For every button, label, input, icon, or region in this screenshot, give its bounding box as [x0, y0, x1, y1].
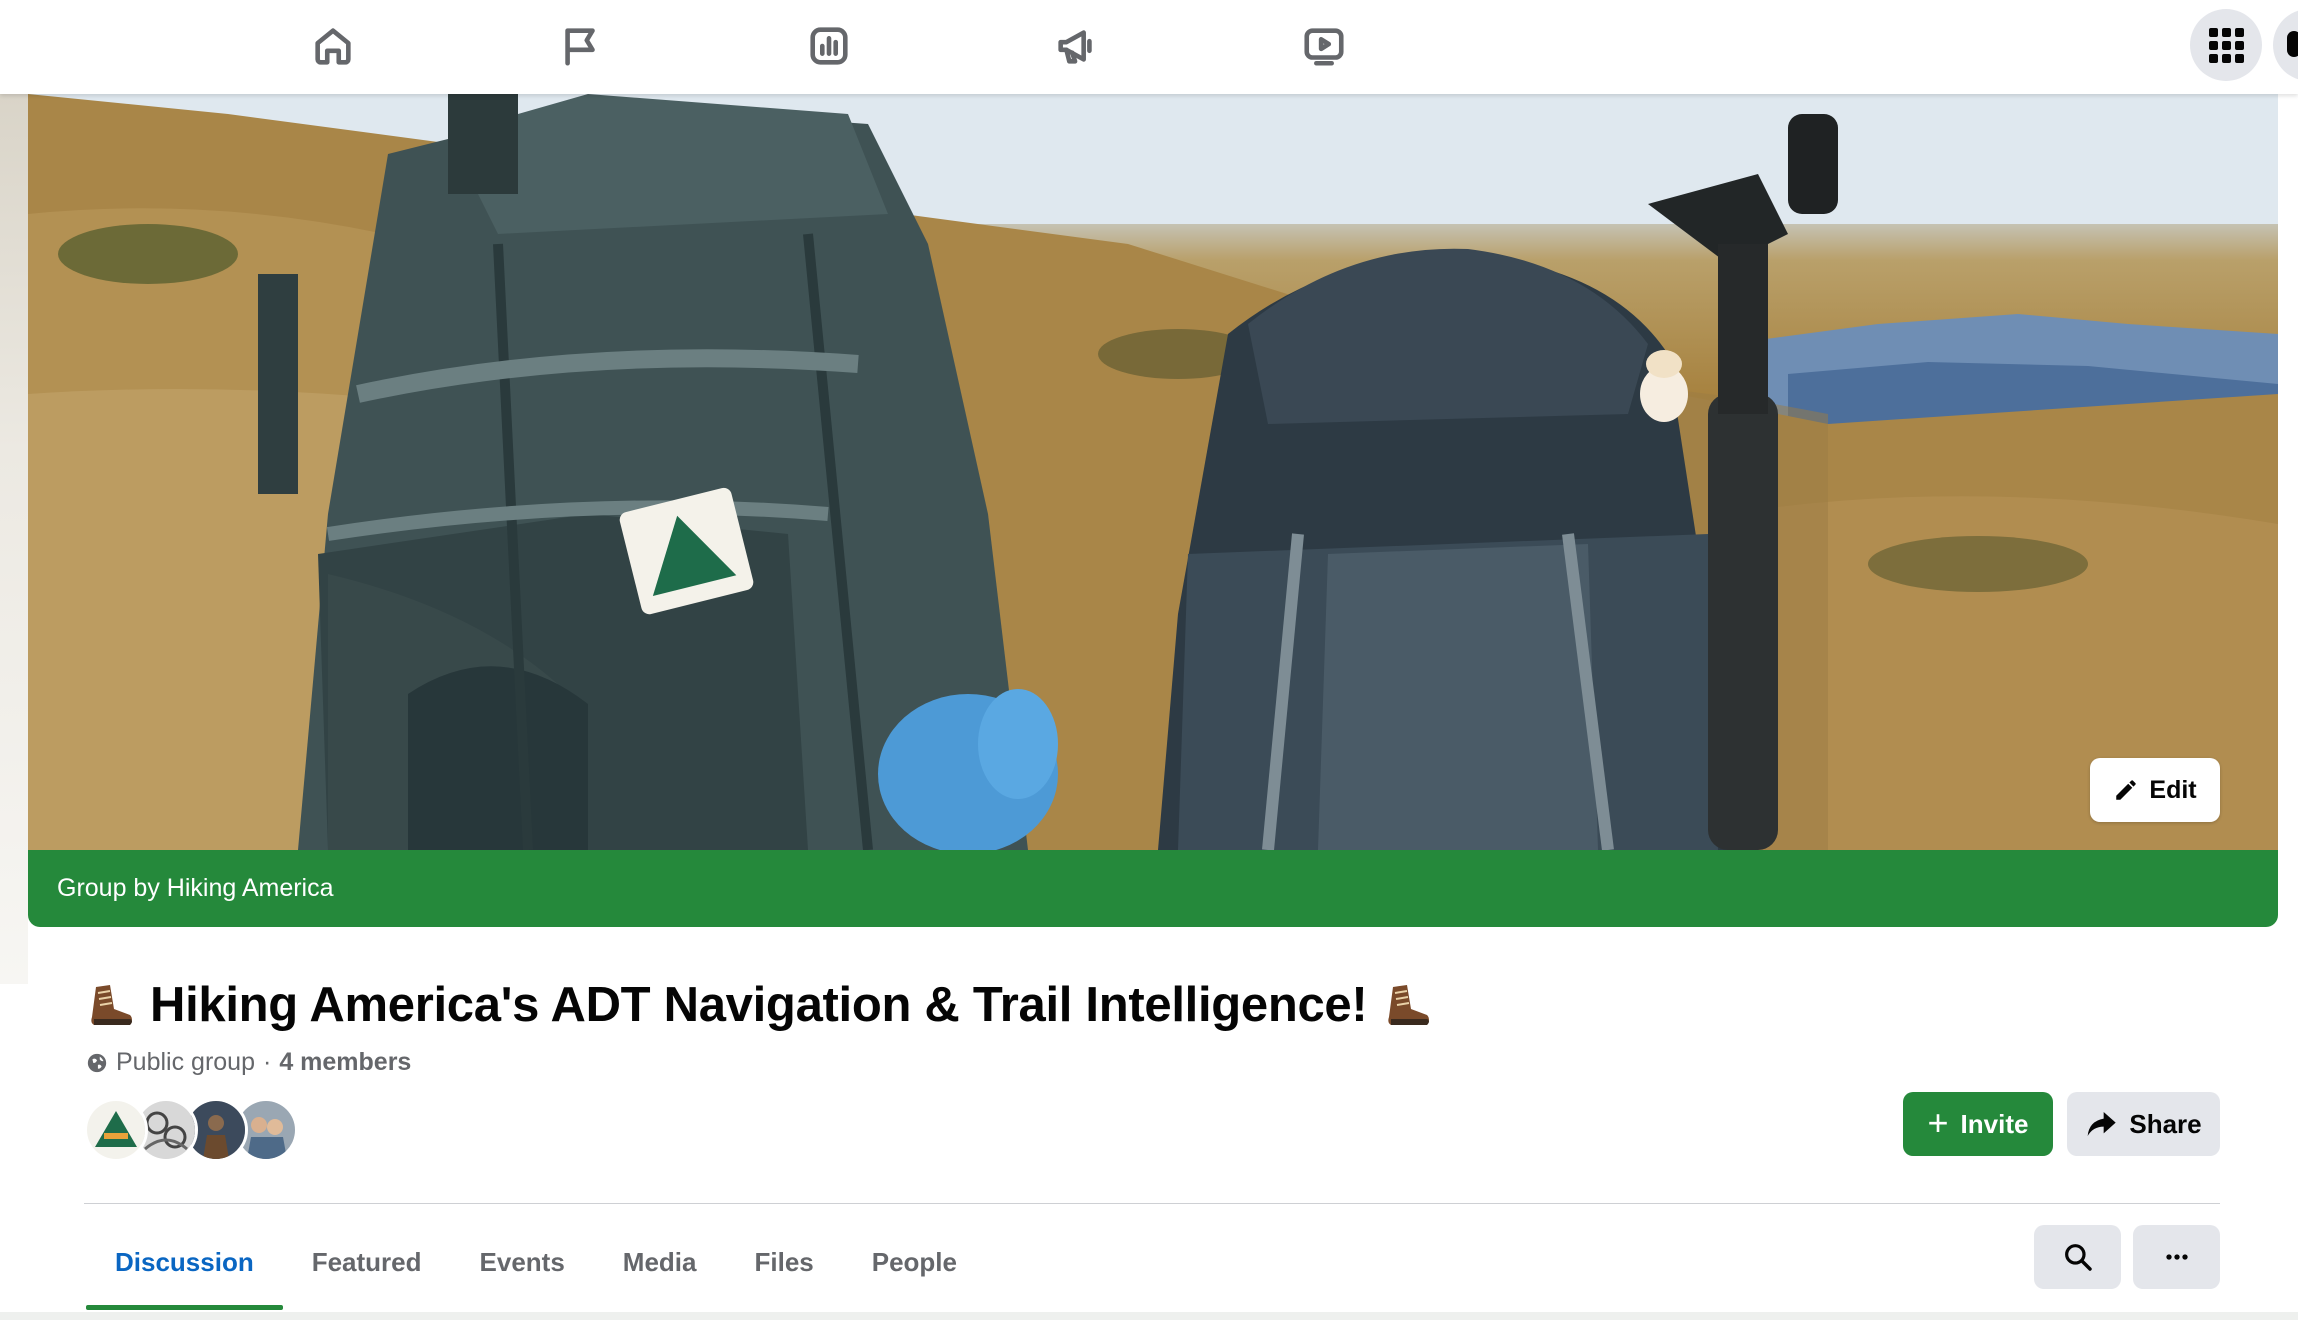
share-label: Share — [2129, 1108, 2202, 1139]
tab-files[interactable]: Files — [725, 1220, 842, 1304]
search-icon — [2064, 1244, 2092, 1271]
header-divider — [84, 1203, 2220, 1204]
hiking-boot-icon — [91, 985, 132, 1025]
cover-photo: Edit — [28, 94, 2278, 850]
plus-icon: + — [1927, 1101, 1949, 1143]
page-bottom-edge — [0, 1312, 2298, 1320]
flag-icon[interactable] — [551, 18, 611, 74]
page-title: Hiking America's ADT Navigation & Trail … — [150, 978, 1368, 1032]
tab-featured[interactable]: Featured — [283, 1220, 451, 1304]
title-row: Hiking America's ADT Navigation & Trail … — [84, 972, 1433, 1038]
cover-photo-illustration — [28, 94, 2278, 850]
privacy-label: Public group — [116, 1048, 255, 1076]
edit-cover-button[interactable]: Edit — [2090, 758, 2220, 822]
group-meta: Public group · 4 members — [86, 1048, 411, 1077]
pencil-icon — [2116, 780, 2137, 800]
tab-events[interactable]: Events — [451, 1220, 594, 1304]
video-icon[interactable] — [1294, 18, 1354, 74]
hiking-boot-icon — [1388, 985, 1430, 1025]
share-arrow-icon — [2088, 1112, 2117, 1136]
search-button[interactable] — [2034, 1225, 2121, 1289]
megaphone-icon[interactable] — [1046, 18, 1106, 74]
edit-label: Edit — [2149, 775, 2197, 804]
tab-discussion[interactable]: Discussion — [86, 1220, 283, 1310]
top-navigation-bar — [0, 0, 2298, 94]
members-count[interactable]: 4 members — [279, 1048, 411, 1077]
more-dots-icon — [2165, 1254, 2188, 1260]
tab-people[interactable]: People — [843, 1220, 986, 1304]
share-button[interactable]: Share — [2067, 1092, 2220, 1156]
group-tabs: Discussion Featured Events Media Files P… — [86, 1220, 986, 1310]
avatar[interactable] — [84, 1098, 148, 1162]
meta-separator: · — [262, 1048, 272, 1076]
tab-media[interactable]: Media — [594, 1220, 726, 1304]
menu-grid-icon[interactable] — [2190, 9, 2262, 81]
more-options-button[interactable] — [2133, 1225, 2220, 1289]
home-icon[interactable] — [303, 18, 363, 74]
chart-icon[interactable] — [799, 18, 859, 74]
globe-icon — [87, 1053, 107, 1072]
group-by-label[interactable]: Group by Hiking America — [57, 874, 334, 903]
page-gutter — [0, 94, 28, 984]
invite-button[interactable]: + Invite — [1903, 1092, 2053, 1156]
group-owner-band: Group by Hiking America — [28, 850, 2278, 927]
messenger-icon[interactable] — [2273, 9, 2298, 81]
invite-label: Invite — [1960, 1108, 2029, 1139]
